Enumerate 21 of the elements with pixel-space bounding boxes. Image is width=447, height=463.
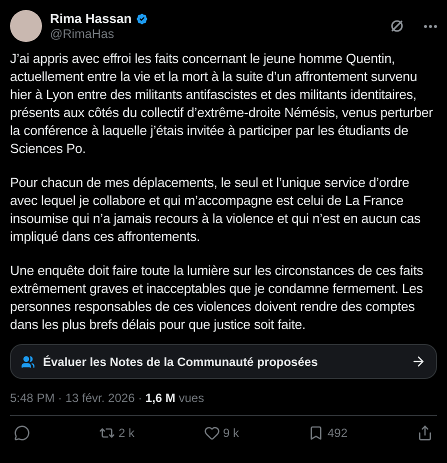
more-button[interactable] xyxy=(424,24,437,28)
post-paragraph: Une enquête doit faire toute la lumière sur les circonstances de ces faits extrêmement graves et inacceptables que je condamne fermement. Les personnes responsables de ces violences doivent rendre des comptes dans les plus brefs délais pour que justice soit faite. xyxy=(10,262,424,334)
arrow-icon xyxy=(411,354,426,369)
like-button[interactable]: 9 k xyxy=(204,425,239,441)
reply-icon xyxy=(14,425,30,441)
post-paragraph: Pour chacun de mes déplacements, le seul et l’unique service d’ordre avec lequel je collabore et qui m’accompagne est celui de La France insoumise qui n’a jamais recours à la violence et qui n’est en aucun cas impliqué dans ces affrontements. xyxy=(10,174,422,246)
author-handle: @RimaHas xyxy=(50,27,116,41)
bookmark-icon xyxy=(308,425,324,441)
more-icon xyxy=(424,24,437,28)
share-icon xyxy=(417,425,433,441)
post-meta: 5:48 PM · 13 févr. 2026 · 1,6 M vues xyxy=(10,391,204,405)
author-name: Rima Hassan xyxy=(50,11,132,26)
repost-button[interactable]: 2 k xyxy=(99,425,134,441)
post-paragraph: J’ai appris avec effroi les faits concernant le jeune homme Quentin, actuellement entre la vie et la mort à la suite d’un affrontement survenu hier à Lyon entre des militants antifascistes et des militants identitaires, présents aux côtés du collectif d’extrême-droite Némésis, venus perturber la conférence à laquelle j’étais invitée à participer par les étudiants de Sciences Po. xyxy=(10,50,434,158)
community-notes-button[interactable]: Évaluer les Notes de la Communauté proposées xyxy=(10,344,437,379)
bookmark-button[interactable]: 492 xyxy=(308,425,348,441)
avatar[interactable] xyxy=(10,10,42,42)
heart-icon xyxy=(204,425,220,441)
reply-button[interactable] xyxy=(14,425,30,441)
people-icon xyxy=(21,354,35,368)
share-button[interactable] xyxy=(417,425,433,441)
